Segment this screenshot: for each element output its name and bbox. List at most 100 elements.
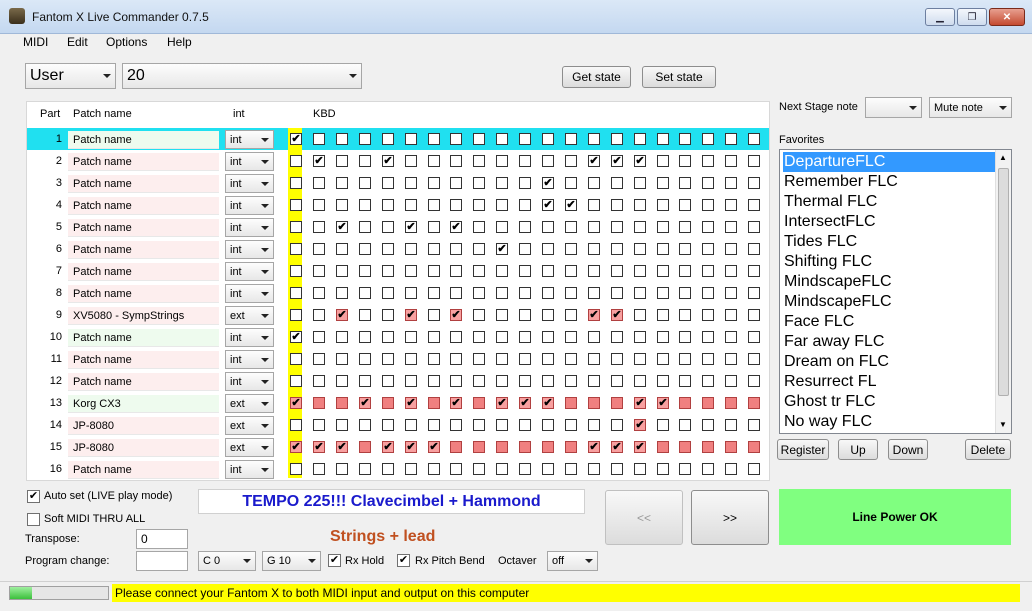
- patch-name-field[interactable]: Patch name: [68, 461, 219, 479]
- key-checkbox[interactable]: [748, 133, 760, 145]
- key-checkbox[interactable]: [565, 397, 577, 409]
- key-checkbox[interactable]: [428, 419, 440, 431]
- key-checkbox[interactable]: [565, 463, 577, 475]
- first-key-checkbox[interactable]: ✔: [290, 331, 302, 343]
- key-checkbox[interactable]: [725, 265, 737, 277]
- patch-name-field[interactable]: Patch name: [68, 175, 219, 193]
- key-checkbox[interactable]: [428, 375, 440, 387]
- key-checkbox[interactable]: [359, 243, 371, 255]
- patch-name-field[interactable]: Patch name: [68, 219, 219, 237]
- key-checkbox[interactable]: [542, 265, 554, 277]
- key-checkbox[interactable]: [634, 265, 646, 277]
- mode-select[interactable]: int: [225, 350, 274, 369]
- favorites-scrollbar[interactable]: ▲ ▼: [995, 150, 1011, 433]
- key-checkbox[interactable]: [748, 155, 760, 167]
- key-checkbox[interactable]: [359, 155, 371, 167]
- key-checkbox[interactable]: [588, 463, 600, 475]
- key-checkbox[interactable]: ✔: [405, 397, 417, 409]
- first-key-checkbox[interactable]: [290, 243, 302, 255]
- key-checkbox[interactable]: [336, 243, 348, 255]
- key-checkbox[interactable]: [725, 331, 737, 343]
- key-checkbox[interactable]: [359, 463, 371, 475]
- key-checkbox[interactable]: [473, 177, 485, 189]
- key-checkbox[interactable]: [382, 199, 394, 211]
- key-checkbox[interactable]: [519, 155, 531, 167]
- key-checkbox[interactable]: ✔: [519, 397, 531, 409]
- favorite-item[interactable]: Face FLC: [783, 312, 995, 332]
- key-checkbox[interactable]: [313, 265, 325, 277]
- mode-select[interactable]: ext: [225, 438, 274, 457]
- key-checkbox[interactable]: [359, 287, 371, 299]
- key-checkbox[interactable]: [702, 309, 714, 321]
- key-checkbox[interactable]: [313, 331, 325, 343]
- key-checkbox[interactable]: [725, 419, 737, 431]
- key-checkbox[interactable]: [496, 309, 508, 321]
- key-checkbox[interactable]: [519, 265, 531, 277]
- key-checkbox[interactable]: [450, 265, 462, 277]
- rx-hold-checkbox[interactable]: ✔: [328, 554, 341, 567]
- key-checkbox[interactable]: [428, 265, 440, 277]
- key-checkbox[interactable]: [748, 287, 760, 299]
- key-checkbox[interactable]: [611, 331, 623, 343]
- patch-name-field[interactable]: Patch name: [68, 153, 219, 171]
- favorite-item[interactable]: IntersectFLC: [783, 212, 995, 232]
- key-checkbox[interactable]: [702, 441, 714, 453]
- key-checkbox[interactable]: [405, 177, 417, 189]
- key-checkbox[interactable]: [473, 375, 485, 387]
- key-checkbox[interactable]: [725, 375, 737, 387]
- key-checkbox[interactable]: [748, 331, 760, 343]
- maximize-button[interactable]: ❐: [957, 8, 987, 26]
- key-checkbox[interactable]: ✔: [359, 397, 371, 409]
- key-checkbox[interactable]: [725, 287, 737, 299]
- mode-select[interactable]: int: [225, 284, 274, 303]
- key-checkbox[interactable]: [336, 463, 348, 475]
- key-checkbox[interactable]: [657, 155, 669, 167]
- key-checkbox[interactable]: [702, 463, 714, 475]
- patch-name-field[interactable]: Patch name: [68, 373, 219, 391]
- key-checkbox[interactable]: [473, 221, 485, 233]
- key-checkbox[interactable]: [496, 265, 508, 277]
- key-checkbox[interactable]: [359, 353, 371, 365]
- key-checkbox[interactable]: [519, 419, 531, 431]
- key-checkbox[interactable]: [725, 243, 737, 255]
- key-checkbox[interactable]: [496, 155, 508, 167]
- key-checkbox[interactable]: [542, 353, 554, 365]
- key-checkbox[interactable]: ✔: [611, 441, 623, 453]
- key-checkbox[interactable]: [473, 199, 485, 211]
- key-checkbox[interactable]: [405, 375, 417, 387]
- first-key-checkbox[interactable]: ✔: [290, 397, 302, 409]
- key-checkbox[interactable]: [611, 287, 623, 299]
- key-checkbox[interactable]: [634, 287, 646, 299]
- mode-select[interactable]: ext: [225, 306, 274, 325]
- key-checkbox[interactable]: [634, 331, 646, 343]
- mute-note-select[interactable]: Mute note: [929, 97, 1012, 118]
- key-checkbox[interactable]: [542, 309, 554, 321]
- key-checkbox[interactable]: [565, 419, 577, 431]
- key-checkbox[interactable]: [588, 177, 600, 189]
- key-checkbox[interactable]: [611, 353, 623, 365]
- octaver-select[interactable]: off: [547, 551, 598, 571]
- key-checkbox[interactable]: [313, 133, 325, 145]
- key-checkbox[interactable]: [657, 441, 669, 453]
- key-checkbox[interactable]: [748, 221, 760, 233]
- key-checkbox[interactable]: [748, 463, 760, 475]
- favorite-item[interactable]: DepartureFLC: [783, 152, 995, 172]
- key-checkbox[interactable]: [748, 199, 760, 211]
- bank-select[interactable]: User: [25, 63, 116, 89]
- key-checkbox[interactable]: ✔: [382, 155, 394, 167]
- key-checkbox[interactable]: [679, 243, 691, 255]
- key-checkbox[interactable]: [657, 243, 669, 255]
- key-checkbox[interactable]: [657, 177, 669, 189]
- key-checkbox[interactable]: ✔: [542, 397, 554, 409]
- key-checkbox[interactable]: [428, 133, 440, 145]
- favorite-item[interactable]: Resurrect FL: [783, 372, 995, 392]
- mode-select[interactable]: int: [225, 196, 274, 215]
- key-checkbox[interactable]: ✔: [313, 441, 325, 453]
- key-checkbox[interactable]: [702, 243, 714, 255]
- key-checkbox[interactable]: [450, 287, 462, 299]
- key-checkbox[interactable]: [657, 375, 669, 387]
- favorite-item[interactable]: Remember FLC: [783, 172, 995, 192]
- key-checkbox[interactable]: ✔: [336, 441, 348, 453]
- key-checkbox[interactable]: [313, 243, 325, 255]
- key-checkbox[interactable]: [519, 243, 531, 255]
